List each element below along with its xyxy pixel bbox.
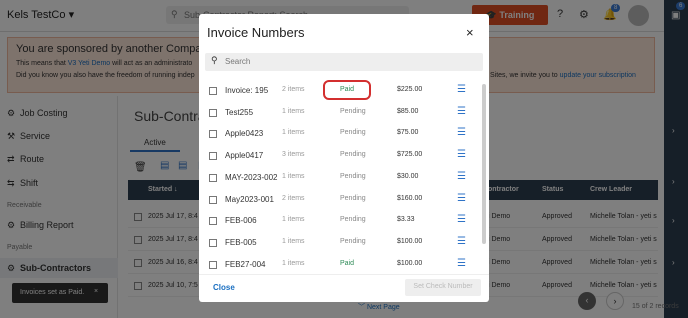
invoice-name: Apple0417	[225, 151, 264, 161]
list-details-icon[interactable]: ☰	[457, 193, 466, 204]
invoice-name: May2023-001	[225, 194, 274, 204]
list-details-icon[interactable]: ☰	[457, 214, 466, 225]
list-item[interactable]: Apple0423 1 items Pending $75.00 ☰	[199, 123, 481, 144]
list-details-icon[interactable]: ☰	[457, 84, 466, 95]
invoice-name: MAY-2023-002	[225, 172, 278, 182]
invoice-amount: $725.00	[397, 151, 423, 159]
invoice-status: Pending	[340, 216, 366, 224]
invoice-checkbox[interactable]	[209, 87, 217, 95]
invoice-amount: $100.00	[397, 237, 423, 245]
list-details-icon[interactable]: ☰	[457, 149, 466, 160]
invoice-name: Apple0423	[225, 129, 264, 139]
invoice-checkbox[interactable]	[209, 173, 217, 182]
invoice-list: Invoice: 195 2 items Paid $225.00 ☰ Test255 1 …	[199, 80, 489, 270]
invoice-amount: $85.00	[397, 107, 419, 115]
invoice-status: Pending	[340, 129, 366, 137]
invoice-amount: $75.00	[397, 129, 419, 137]
list-details-icon[interactable]: ☰	[457, 236, 466, 247]
list-item[interactable]: FEB-005 1 items Pending $100.00 ☰	[199, 232, 481, 253]
search-placeholder: Search	[225, 57, 251, 66]
close-button[interactable]: Close	[213, 283, 235, 292]
invoice-checkbox[interactable]	[209, 108, 217, 117]
scrollbar[interactable]	[482, 84, 486, 244]
list-item[interactable]: Apple0417 3 items Pending $725.00 ☰	[199, 145, 481, 166]
search-icon: ⚲	[211, 55, 218, 65]
paid-highlight-ring	[323, 80, 371, 100]
invoice-item-count: 3 items	[282, 151, 305, 159]
invoice-item-count: 2 items	[282, 194, 305, 202]
invoice-checkbox[interactable]	[209, 152, 217, 161]
invoice-status: Pending	[340, 172, 366, 180]
invoice-item-count: 1 items	[282, 129, 305, 137]
list-item[interactable]: Test255 1 items Pending $85.00 ☰	[199, 102, 481, 123]
invoice-name: FEB-005	[225, 237, 257, 247]
list-details-icon[interactable]: ☰	[457, 106, 466, 117]
list-item[interactable]: MAY-2023-002 1 items Pending $30.00 ☰	[199, 167, 481, 188]
invoice-amount: $225.00	[397, 86, 423, 93]
invoice-status: Pending	[340, 151, 366, 159]
invoice-status: Pending	[340, 194, 366, 202]
invoice-amount: $3.33	[397, 216, 415, 224]
list-item[interactable]: FEB27-004 1 items Paid $100.00 ☰	[199, 254, 481, 270]
invoice-item-count: 2 items	[282, 86, 305, 93]
invoice-checkbox[interactable]	[209, 260, 217, 269]
invoice-item-count: 1 items	[282, 107, 305, 115]
invoice-item-count: 1 items	[282, 259, 305, 267]
invoice-status: Pending	[340, 237, 366, 245]
invoice-checkbox[interactable]	[209, 217, 217, 226]
list-item[interactable]: FEB-006 1 items Pending $3.33 ☰	[199, 210, 481, 231]
invoice-name: Test255	[225, 107, 254, 117]
invoice-checkbox[interactable]	[209, 130, 217, 139]
invoice-checkbox[interactable]	[209, 238, 217, 247]
list-details-icon[interactable]: ☰	[457, 171, 466, 182]
modal-title: Invoice Numbers	[207, 25, 305, 40]
list-item[interactable]: May2023-001 2 items Pending $160.00 ☰	[199, 189, 481, 210]
invoice-item-count: 1 items	[282, 172, 305, 180]
close-icon[interactable]: ×	[466, 25, 474, 40]
invoice-amount: $30.00	[397, 172, 419, 180]
invoice-name: FEB27-004	[225, 259, 266, 269]
list-details-icon[interactable]: ☰	[457, 127, 466, 138]
invoice-amount: $100.00	[397, 259, 423, 267]
invoice-numbers-modal: Invoice Numbers × ⚲ Search Invoice: 195 2…	[199, 14, 489, 302]
modal-search-input[interactable]: ⚲ Search	[205, 53, 483, 71]
invoice-item-count: 1 items	[282, 216, 305, 224]
invoice-name: Invoice: 195	[225, 86, 269, 95]
invoice-status: Pending	[340, 107, 366, 115]
invoice-item-count: 1 items	[282, 237, 305, 245]
list-details-icon[interactable]: ☰	[457, 258, 466, 269]
modal-footer: Close Set Check Number	[199, 274, 489, 302]
invoice-checkbox[interactable]	[209, 195, 217, 204]
invoice-name: FEB-006	[225, 216, 257, 226]
set-check-number-button[interactable]: Set Check Number	[405, 279, 481, 296]
invoice-amount: $160.00	[397, 194, 423, 202]
invoice-status: Paid	[340, 259, 355, 267]
